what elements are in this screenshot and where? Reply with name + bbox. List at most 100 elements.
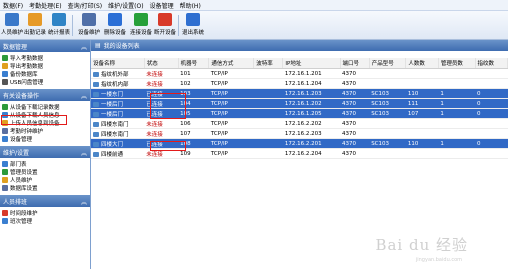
- cell-fp: 0: [475, 138, 508, 149]
- sidebar-item-label: 人员维护: [10, 178, 33, 184]
- column-header[interactable]: 端口号: [340, 58, 370, 69]
- table-row[interactable]: 四楼东南门 未连接 106 TCP/IP 172.16.2.202 4370: [91, 118, 508, 129]
- collapse-chevron-icon[interactable]: ︽: [81, 91, 87, 100]
- cell-port: 4370: [340, 88, 370, 99]
- toolbar-button-5[interactable]: 连接设备: [130, 13, 152, 38]
- toolbar-button-0[interactable]: 人员维护: [1, 13, 23, 38]
- sidebar-item-label: 考勤时钟维护: [10, 129, 44, 135]
- column-header[interactable]: 产品型号: [369, 58, 407, 69]
- table-row[interactable]: 四楼东南门 未连接 107 TCP/IP 172.16.2.203 4370: [91, 128, 508, 139]
- sidebar-item[interactable]: 人员维护: [2, 176, 90, 184]
- sidebar: 数据管理 ︽ 导入考勤数据 导出考勤数据 备份数据库 USB闪盘管理有关设备操作 ︽ 从设备下…: [0, 40, 91, 269]
- sidebar-item[interactable]: 考勤时钟维护: [2, 127, 90, 135]
- toolbar-button-3[interactable]: 设备维护: [78, 13, 100, 38]
- cell-name: 四楼大门: [91, 138, 145, 149]
- cell-name: 指纹机外部: [91, 68, 145, 79]
- toolbar-button-4[interactable]: 删除设备: [104, 13, 126, 38]
- device-name: 指纹机内部: [101, 81, 129, 88]
- cell-users: [405, 68, 439, 79]
- cell-comm: TCP/IP: [208, 88, 254, 99]
- sidebar-section-header[interactable]: 有关设备操作 ︽: [0, 89, 90, 101]
- database-icon: [2, 185, 8, 191]
- cell-status: 未连接: [144, 78, 179, 89]
- cell-ip: 172.16.2.203: [282, 128, 340, 139]
- sidebar-item[interactable]: 管理员设置: [2, 168, 90, 176]
- column-header[interactable]: 状态: [144, 58, 179, 69]
- table-row[interactable]: 指纹机内部 未连接 102 TCP/IP 172.16.1.204 4370: [91, 78, 508, 89]
- column-header[interactable]: 设备名称: [91, 58, 145, 69]
- collapse-chevron-icon[interactable]: ︽: [81, 197, 87, 206]
- toolbar-button-2[interactable]: 统计报表: [48, 13, 70, 38]
- sidebar-section-body: 部门表 管理员设置人员维护 数据库设置: [0, 158, 90, 195]
- device-icon: [93, 121, 99, 127]
- cell-ip: 172.16.2.202: [282, 118, 340, 129]
- cell-users: [405, 118, 439, 129]
- sidebar-item[interactable]: 导出考勤数据: [2, 62, 90, 70]
- cell-model: [369, 68, 406, 79]
- menu-item-2[interactable]: 查询/打印(S): [65, 1, 106, 10]
- cell-name: 四楼前通: [91, 148, 145, 159]
- user-icon: [2, 177, 8, 183]
- column-header[interactable]: 通信方式: [208, 58, 255, 69]
- cell-port: 4370: [340, 98, 370, 109]
- cell-fp: [475, 68, 508, 79]
- sidebar-item[interactable]: 班次管理: [2, 217, 90, 225]
- cell-baud: [253, 68, 283, 79]
- table-row[interactable]: 指纹机外部 未连接 101 TCP/IP 172.16.1.201 4370: [91, 68, 508, 79]
- device-icon: [93, 131, 99, 137]
- sidebar-item-label: 部门表: [10, 162, 27, 168]
- device-icon: [93, 71, 99, 77]
- sidebar-section-header[interactable]: 维护/设置 ︽: [0, 146, 90, 158]
- column-header[interactable]: 波特率: [253, 58, 284, 69]
- sidebar-item[interactable]: 数据库设置: [2, 184, 90, 192]
- device-icon: [93, 91, 99, 97]
- sidebar-item-label: USB闪盘管理: [10, 80, 44, 86]
- device-icon: [93, 111, 99, 117]
- column-header[interactable]: 机器号: [178, 58, 210, 69]
- menu-item-4[interactable]: 设备管理: [147, 1, 177, 10]
- cell-users: [405, 148, 439, 159]
- column-header[interactable]: 管理员数: [438, 58, 476, 69]
- sidebar-item[interactable]: USB闪盘管理: [2, 78, 90, 86]
- menu-item-0[interactable]: 数据(F): [0, 1, 26, 10]
- menu-item-1[interactable]: 考勤处理(E): [26, 1, 64, 10]
- cell-comm: TCP/IP: [208, 68, 254, 79]
- sidebar-section-title: 数据管理: [3, 43, 28, 51]
- toolbar-label: 断开设备: [154, 30, 177, 36]
- sidebar-item[interactable]: 时间段维护: [2, 209, 90, 217]
- column-header[interactable]: IP地址: [282, 58, 341, 69]
- sidebar-section-header[interactable]: 数据管理 ︽: [0, 40, 90, 52]
- cell-ip: 172.16.1.203: [282, 88, 340, 99]
- device-icon: [93, 81, 99, 87]
- cell-name: 指纹机内部: [91, 78, 145, 89]
- cell-fp: [475, 128, 508, 139]
- collapse-chevron-icon[interactable]: ︽: [81, 148, 87, 157]
- cell-ip: 172.16.1.202: [282, 98, 340, 109]
- column-header[interactable]: 人数数: [405, 58, 439, 69]
- menu-item-3[interactable]: 维护/设置(O): [105, 1, 146, 10]
- menu-item-5[interactable]: 帮助(H): [177, 1, 204, 10]
- cell-baud: [253, 118, 283, 129]
- toolbar-button-7[interactable]: 退出系统: [182, 13, 204, 38]
- toolbar-button-6[interactable]: 断开设备: [154, 13, 176, 38]
- sidebar-item[interactable]: 部门表: [2, 160, 90, 168]
- main-panel: ▤ 我的设备列表 设备名称 状态 机器号 通信方式 波特率 IP地址 端口号 产品型号 人数数管…: [91, 40, 508, 269]
- sidebar-item[interactable]: 备份数据库: [2, 70, 90, 78]
- cell-admins: 1: [438, 138, 476, 149]
- collapse-chevron-icon[interactable]: ︽: [81, 42, 87, 51]
- cell-comm: TCP/IP: [208, 148, 254, 159]
- sidebar-item[interactable]: 导入考勤数据: [2, 54, 90, 62]
- menu-bar: 数据(F) 考勤处理(E) 查询/打印(S) 维护/设置(O) 设备管理 帮助(H): [0, 0, 508, 11]
- toolbar-label: 出勤记录: [24, 30, 47, 36]
- device-name: 四楼前通: [101, 151, 124, 158]
- sidebar-item[interactable]: 从设备下载记录数据: [2, 103, 90, 111]
- device-icon: [82, 13, 96, 26]
- cell-fp: 0: [475, 108, 508, 119]
- sidebar-item[interactable]: 设备管理: [2, 135, 90, 143]
- cell-users: 107: [405, 108, 439, 119]
- column-header[interactable]: 指纹数: [475, 58, 508, 69]
- sidebar-section-body: 导入考勤数据 导出考勤数据 备份数据库 USB闪盘管理: [0, 52, 90, 89]
- toolbar-button-1[interactable]: 出勤记录: [24, 13, 46, 38]
- sidebar-section-header[interactable]: 人员排班 ︽: [0, 195, 90, 207]
- time-icon: [2, 210, 8, 216]
